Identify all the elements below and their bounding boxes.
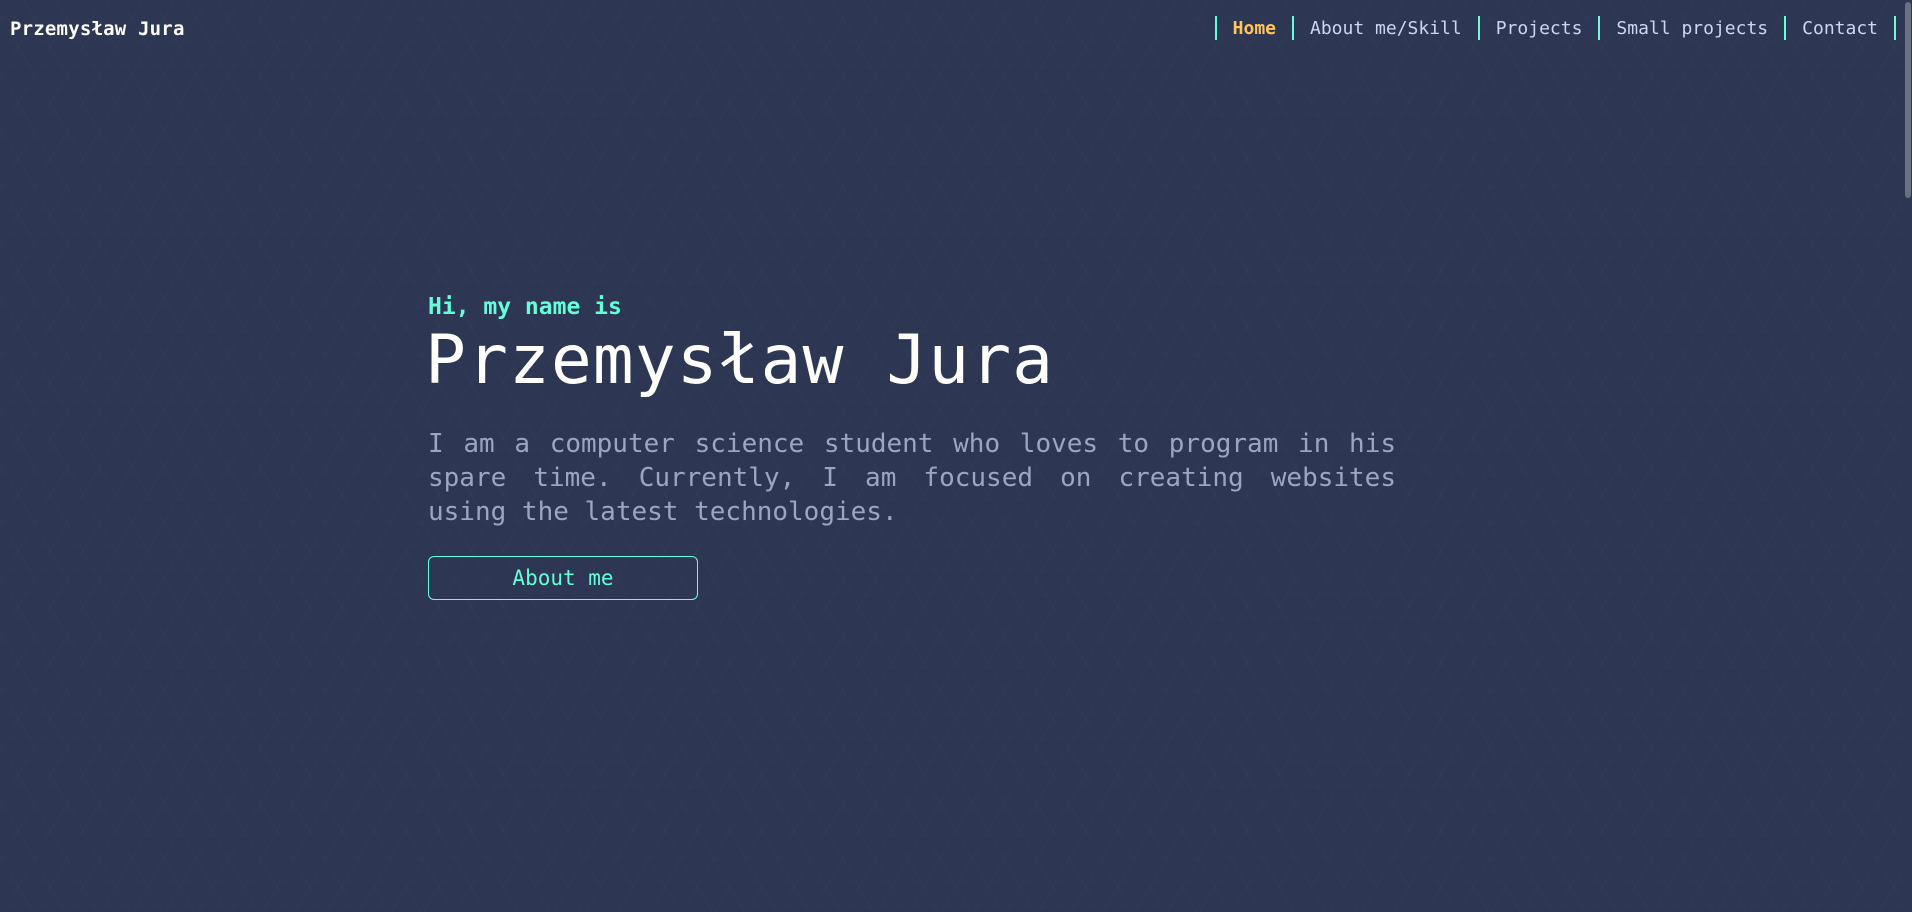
hero-greeting: Hi, my name is — [428, 294, 622, 320]
scrollbar-thumb[interactable] — [1905, 2, 1911, 198]
hero-name: Przemysław Jura — [425, 321, 1055, 400]
about-me-button[interactable]: About me — [428, 556, 698, 600]
nav-item-small-projects[interactable]: Small projects — [1600, 16, 1787, 40]
page-scrollbar[interactable] — [1904, 0, 1912, 912]
main-nav: Home About me/Skill Projects Small proje… — [1214, 16, 1896, 40]
site-brand[interactable]: Przemysław Jura — [10, 18, 185, 40]
hero-section: Hi, my name is Przemysław Jura I am a co… — [425, 291, 1396, 600]
nav-item-home[interactable]: Home — [1217, 16, 1294, 40]
hero-description: I am a computer science student who love… — [428, 429, 1396, 527]
nav-item-about-skill[interactable]: About me/Skill — [1294, 16, 1480, 40]
top-navigation-bar: Przemysław Jura Home About me/Skill Proj… — [0, 0, 1904, 58]
nav-item-projects[interactable]: Projects — [1480, 16, 1601, 40]
nav-item-contact[interactable]: Contact — [1786, 16, 1896, 40]
